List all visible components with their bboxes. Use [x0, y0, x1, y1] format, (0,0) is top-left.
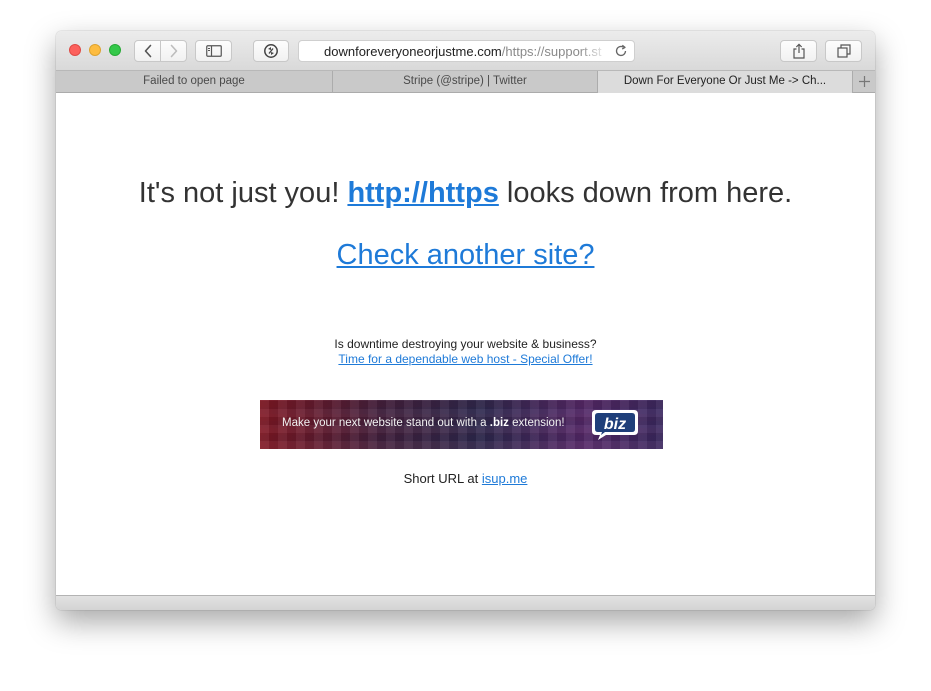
isup-me-link[interactable]: isup.me: [482, 471, 528, 486]
tab-bar: Failed to open page Stripe (@stripe) | T…: [56, 71, 875, 93]
check-another-container: Check another site?: [56, 239, 875, 272]
chevron-left-icon: [144, 44, 151, 58]
plus-icon: [858, 76, 870, 87]
page-content: It's not just you! http://https looks do…: [56, 93, 875, 595]
address-fade: [579, 41, 609, 61]
headline-prefix: It's not just you!: [138, 177, 348, 209]
chevron-right-icon: [170, 44, 177, 58]
share-icon: [792, 43, 805, 59]
address-url[interactable]: downforeveryoneorjustme.com/https://supp…: [324, 44, 602, 59]
headline-suffix: looks down from here.: [498, 177, 793, 209]
tabs-overview-icon: [836, 44, 851, 58]
short-url-prefix: Short URL at: [403, 471, 482, 486]
maximize-window-button[interactable]: [109, 44, 121, 56]
new-tab-button[interactable]: [853, 71, 875, 92]
biz-logo-icon: biz: [592, 410, 638, 440]
down-url-link[interactable]: http://https: [347, 177, 498, 209]
short-url-line: Short URL at isup.me: [56, 471, 875, 486]
banner-text: Make your next website stand out with a …: [282, 417, 565, 429]
status-bar: [56, 595, 875, 610]
show-tabs-button[interactable]: [825, 40, 862, 62]
forward-button[interactable]: [160, 40, 187, 62]
check-another-site-link[interactable]: Check another site?: [337, 239, 595, 271]
share-button[interactable]: [780, 40, 817, 62]
ad-link-container: Time for a dependable web host - Special…: [56, 352, 875, 366]
minimize-window-button[interactable]: [89, 44, 101, 56]
svg-text:biz: biz: [604, 416, 626, 433]
status-headline: It's not just you! http://https looks do…: [56, 177, 875, 210]
reload-icon[interactable]: [614, 44, 628, 58]
browser-toolbar: downforeveryoneorjustme.com/https://supp…: [56, 31, 875, 71]
extension-sync-icon: [264, 44, 278, 58]
web-host-offer-link[interactable]: Time for a dependable web host - Special…: [338, 352, 592, 366]
biz-ad-banner[interactable]: Make your next website stand out with a …: [260, 400, 663, 449]
tab-down-for-everyone[interactable]: Down For Everyone Or Just Me -> Ch...: [598, 71, 853, 93]
browser-window: downforeveryoneorjustme.com/https://supp…: [56, 31, 875, 610]
back-button[interactable]: [134, 40, 161, 62]
ad-question: Is downtime destroying your website & bu…: [334, 337, 597, 351]
tab-stripe-twitter[interactable]: Stripe (@stripe) | Twitter: [333, 71, 598, 93]
tab-failed-to-open[interactable]: Failed to open page: [56, 71, 333, 93]
sidebar-icon: [205, 45, 222, 57]
address-bar[interactable]: downforeveryoneorjustme.com/https://supp…: [298, 40, 635, 62]
close-window-button[interactable]: [69, 44, 81, 56]
extension-button[interactable]: [253, 40, 289, 62]
sidebar-toggle-button[interactable]: [195, 40, 232, 62]
